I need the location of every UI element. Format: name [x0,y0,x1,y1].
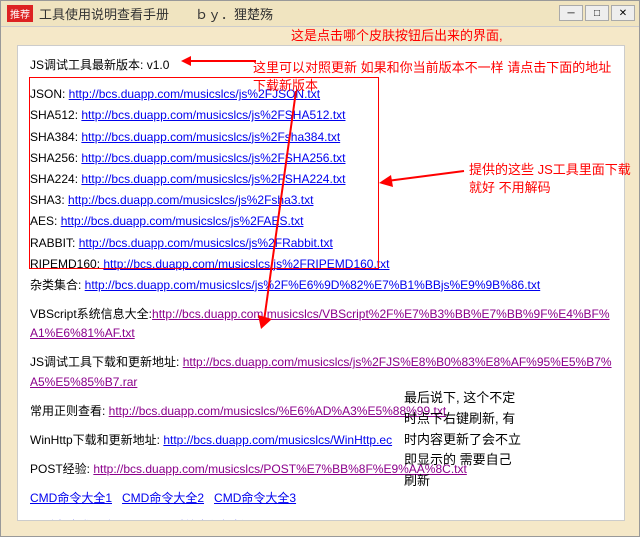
main-window: 推荐 工具使用说明查看手册 ｂｙ．狸楚殇 ─ □ ✕ 这是点击哪个皮肤按钮后出来… [0,0,640,537]
footer-links-row2: 正则表达式口诀 Windows系统文件解析 [30,517,612,521]
sha224-link[interactable]: http://bcs.duapp.com/musicslcs/js%2FSHA2… [81,172,345,186]
version-label: JS调试工具最新版本: [30,58,147,72]
winhttp-label: WinHttp下载和更新地址: [30,433,163,447]
footer-links-row1: CMD命令大全1 CMD命令大全2 CMD命令大全3 [30,489,612,508]
cmd1-link[interactable]: CMD命令大全1 [30,489,112,508]
recommend-badge: 推荐 [7,5,33,22]
ripemd160-link[interactable]: http://bcs.duapp.com/musicslcs/js%2FRIPE… [103,257,389,271]
sha224-label: SHA224: [30,172,81,186]
footer-note-l2: 时点下右键刷新, 有 [404,409,554,430]
sha256-label: SHA256: [30,151,81,165]
winfiles-link[interactable]: Windows系统文件解析 [124,517,245,521]
jsdownload-label: JS调试工具下载和更新地址: [30,355,183,369]
sha3-link[interactable]: http://bcs.duapp.com/musicslcs/js%2Fsha3… [68,193,313,207]
vbscript-line: VBScript系统信息大全:http://bcs.duapp.com/musi… [30,305,612,343]
maximize-button[interactable]: □ [585,5,609,21]
sha384-line: SHA384: http://bcs.duapp.com/musicslcs/j… [30,128,612,147]
vbscript-label: VBScript系统信息大全: [30,307,152,321]
cmd3-link[interactable]: CMD命令大全3 [214,489,296,508]
ripemd160-label: RIPEMD160: [30,257,103,271]
json-link[interactable]: http://bcs.duapp.com/musicslcs/js%2FJSON… [69,87,320,101]
sha3-label: SHA3: [30,193,68,207]
post-label: POST经验: [30,462,93,476]
titlebar: 推荐 工具使用说明查看手册 ｂｙ．狸楚殇 ─ □ ✕ [1,1,639,27]
version-value: v1.0 [147,58,170,72]
misc-link[interactable]: http://bcs.duapp.com/musicslcs/js%2F%E6%… [85,278,541,292]
sha3-line: SHA3: http://bcs.duapp.com/musicslcs/js%… [30,191,612,210]
footer-note: 最后说下, 这个不定 时点下右键刷新, 有 时内容更新了会不立 即显示的 需要自… [404,388,554,492]
minimize-button[interactable]: ─ [559,5,583,21]
window-title: 工具使用说明查看手册 ｂｙ．狸楚殇 [39,4,273,23]
close-button[interactable]: ✕ [611,5,635,21]
ripemd160-line: RIPEMD160: http://bcs.duapp.com/musicslc… [30,255,612,274]
sha256-line: SHA256: http://bcs.duapp.com/musicslcs/j… [30,149,612,168]
sha384-link[interactable]: http://bcs.duapp.com/musicslcs/js%2Fsha3… [81,130,340,144]
rabbit-link[interactable]: http://bcs.duapp.com/musicslcs/js%2FRabb… [79,236,333,250]
sha512-line: SHA512: http://bcs.duapp.com/musicslcs/j… [30,106,612,125]
winhttp-link[interactable]: http://bcs.duapp.com/musicslcs/WinHttp.e… [163,433,392,447]
footer-note-l5: 刷新 [404,471,554,492]
misc-label: 杂类集合: [30,278,85,292]
footer-note-l1: 最后说下, 这个不定 [404,388,554,409]
version-line: JS调试工具最新版本: v1.0 [30,56,612,75]
annotation-top: 这是点击哪个皮肤按钮后出来的界面, [291,27,503,45]
regex-link[interactable]: http://bcs.duapp.com/musicslcs/%E6%AD%A3… [109,404,447,418]
cmd2-link[interactable]: CMD命令大全2 [122,489,204,508]
regextalk-link[interactable]: 正则表达式口诀 [30,517,114,521]
sha224-line: SHA224: http://bcs.duapp.com/musicslcs/j… [30,170,612,189]
json-label: JSON: [30,87,69,101]
jsdownload-line: JS调试工具下载和更新地址: http://bcs.duapp.com/musi… [30,353,612,391]
rabbit-line: RABBIT: http://bcs.duapp.com/musicslcs/j… [30,234,612,253]
misc-line: 杂类集合: http://bcs.duapp.com/musicslcs/js%… [30,276,612,295]
footer-note-l3: 时内容更新了会不立 [404,430,554,451]
regex-label: 常用正则查看: [30,404,109,418]
rabbit-label: RABBIT: [30,236,79,250]
sha384-label: SHA384: [30,130,81,144]
sha256-link[interactable]: http://bcs.duapp.com/musicslcs/js%2FSHA2… [81,151,345,165]
aes-link[interactable]: http://bcs.duapp.com/musicslcs/js%2FAES.… [61,214,304,228]
content-area: JS调试工具最新版本: v1.0 JSON: http://bcs.duapp.… [17,45,625,521]
json-line: JSON: http://bcs.duapp.com/musicslcs/js%… [30,85,612,104]
footer-note-l4: 即显示的 需要自己 [404,450,554,471]
sha512-label: SHA512: [30,108,81,122]
window-controls: ─ □ ✕ [559,5,635,21]
aes-line: AES: http://bcs.duapp.com/musicslcs/js%2… [30,212,612,231]
aes-label: AES: [30,214,61,228]
sha512-link[interactable]: http://bcs.duapp.com/musicslcs/js%2FSHA5… [81,108,345,122]
